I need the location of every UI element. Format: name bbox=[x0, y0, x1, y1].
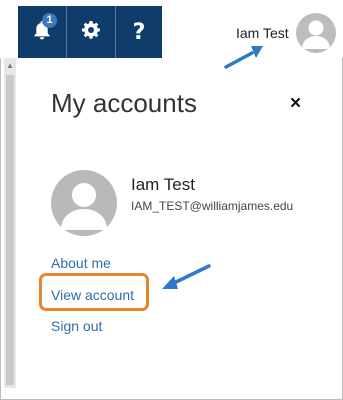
annotation-arrow-view-account bbox=[162, 264, 211, 289]
